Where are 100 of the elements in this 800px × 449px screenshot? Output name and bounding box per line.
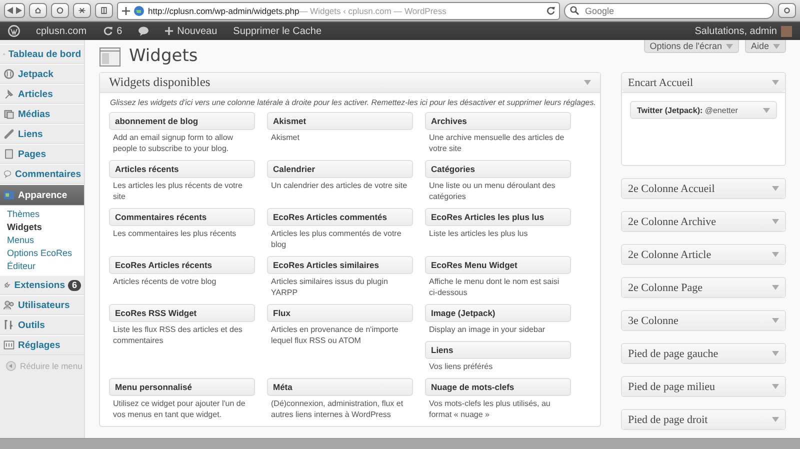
widget-header[interactable]: Calendrier bbox=[267, 160, 413, 178]
caret-icon bbox=[726, 44, 733, 48]
widget-header[interactable]: Commentaires récents bbox=[109, 208, 255, 226]
sidebar-area-title: 2e Colonne Archive bbox=[628, 216, 716, 228]
new-link[interactable]: Nouveau bbox=[157, 22, 226, 40]
widget-description: Akismet bbox=[270, 132, 300, 143]
menu-item[interactable]: Réglages bbox=[0, 335, 84, 355]
toggle-icon bbox=[772, 186, 779, 191]
tools-icon bbox=[3, 319, 15, 331]
menu-item[interactable]: Liens bbox=[0, 124, 84, 144]
count-badge: 6 bbox=[68, 280, 81, 290]
bookmark-icon[interactable] bbox=[95, 3, 113, 18]
search-field[interactable]: Google bbox=[564, 2, 774, 18]
submenu-item[interactable]: Menus bbox=[7, 234, 84, 247]
widgets-icon bbox=[99, 45, 121, 67]
account-link[interactable]: Salutations, admin bbox=[686, 22, 800, 40]
widget-description: Display an image in your sidebar bbox=[428, 324, 546, 335]
sidebar-area[interactable]: Encart Accueil Twitter (Jetpack): @enetter bbox=[621, 72, 786, 166]
widget-header[interactable]: EcoRes Articles similaires bbox=[267, 256, 413, 274]
forward-icon[interactable] bbox=[16, 7, 22, 14]
widget-description: Affiche le menu dont le nom est saisi ci-dessous bbox=[428, 276, 560, 298]
caret-icon bbox=[773, 44, 780, 48]
sidebar-area[interactable]: 2e Colonne Page bbox=[621, 277, 786, 298]
submenu-item[interactable]: Thèmes bbox=[7, 208, 84, 221]
sidebar-area[interactable]: 2e Colonne Accueil bbox=[621, 178, 786, 199]
media-icon bbox=[3, 108, 15, 120]
widget-header[interactable]: Articles récents bbox=[109, 160, 255, 178]
sidebar-area-title: 2e Colonne Article bbox=[628, 248, 712, 260]
widget-description: Les commentaires les plus récents bbox=[112, 228, 238, 239]
widget-header[interactable]: EcoRes Articles les plus lus bbox=[425, 208, 571, 226]
submenu-item[interactable]: Options EcoRes bbox=[7, 247, 84, 260]
toggle-icon bbox=[772, 80, 779, 85]
toggle-icon bbox=[772, 318, 779, 323]
jetpack-icon bbox=[3, 68, 15, 80]
toggle-icon bbox=[772, 252, 779, 257]
widget-description: Vos mots-clefs les plus utilisés, au format « nuage » bbox=[428, 398, 552, 420]
sidebar-area-title: Pied de page gauche bbox=[628, 348, 718, 360]
widget-description: Articles les plus commentés de votre blog bbox=[270, 228, 402, 250]
menu-item[interactable]: Extensions 6 bbox=[0, 275, 84, 295]
wordpress-logo-icon[interactable] bbox=[8, 25, 20, 37]
widget-header[interactable]: Nuage de mots-clefs bbox=[425, 378, 571, 396]
help-button[interactable]: Aide bbox=[744, 40, 786, 53]
sidebar-area[interactable]: 2e Colonne Archive bbox=[621, 211, 786, 232]
sidebar-area-title: Pied de page droit bbox=[628, 414, 708, 426]
widget-header[interactable]: EcoRes Articles commentés bbox=[267, 208, 413, 226]
widget-header[interactable]: Menu personnalisé bbox=[109, 378, 255, 396]
menu-item[interactable]: Utilisateurs bbox=[0, 295, 84, 315]
widget-header[interactable]: Flux bbox=[267, 304, 413, 322]
toggle-icon bbox=[772, 417, 779, 422]
menu-item[interactable]: Outils bbox=[0, 315, 84, 335]
placed-widget[interactable]: Twitter (Jetpack): @enetter bbox=[630, 101, 777, 119]
address-field[interactable]: http://cplusn.com/wp-admin/widgets.php— Widgets ‹ cplusn.com — WordPress bbox=[117, 2, 560, 20]
widget-description: Une archive mensuelle des articles de votre site bbox=[428, 132, 566, 154]
site-link[interactable]: cplusn.com bbox=[28, 22, 95, 40]
widget-header[interactable]: EcoRes Articles récents bbox=[109, 256, 255, 274]
toggle-icon bbox=[584, 80, 591, 85]
clear-cache-link[interactable]: Supprimer le Cache bbox=[225, 22, 330, 40]
widget-header[interactable]: Liens bbox=[425, 341, 571, 359]
menu-item[interactable]: Médias bbox=[0, 104, 84, 124]
widget-header[interactable]: EcoRes RSS Widget bbox=[109, 304, 255, 322]
sidebar-area-title: Pied de page milieu bbox=[628, 380, 716, 392]
widget-header[interactable]: Méta bbox=[267, 378, 413, 396]
caret-icon bbox=[763, 108, 770, 112]
link-icon bbox=[3, 128, 15, 140]
home-icon[interactable] bbox=[29, 3, 47, 18]
comment-icon bbox=[3, 168, 12, 180]
widget-description: Les articles les plus récents de votre site bbox=[112, 180, 244, 202]
updates-link[interactable]: 6 bbox=[94, 22, 130, 40]
search-icon bbox=[570, 6, 579, 15]
widget-description: Articles similaires issus du plugin YARPP bbox=[270, 276, 389, 298]
widget-description: (Dé)connexion, administration, flux et autres liens internes à WordPress bbox=[270, 398, 404, 420]
panel-title: Widgets disponibles bbox=[109, 75, 210, 90]
menu-item[interactable]: Tableau de bord bbox=[0, 44, 84, 64]
submenu-item[interactable]: Éditeur bbox=[7, 260, 84, 273]
back-icon[interactable] bbox=[7, 7, 13, 14]
widget-header[interactable]: Image (Jetpack) bbox=[425, 304, 571, 322]
widget-description: Un calendrier des articles de votre site bbox=[270, 180, 408, 191]
menu-item[interactable]: Pages bbox=[0, 144, 84, 164]
submenu-item[interactable]: Widgets bbox=[7, 221, 84, 234]
sidebar-area[interactable]: 2e Colonne Article bbox=[621, 244, 786, 265]
menu-item[interactable]: Jetpack bbox=[0, 64, 84, 84]
menu-item[interactable]: Apparence bbox=[0, 184, 84, 206]
reload-icon[interactable] bbox=[546, 6, 555, 15]
sidebar-area[interactable]: Pied de page gauche bbox=[621, 343, 786, 364]
menu-item[interactable]: Articles bbox=[0, 84, 84, 104]
plus-icon[interactable] bbox=[122, 6, 130, 14]
collapse-icon bbox=[6, 361, 16, 371]
widget-header[interactable]: Akismet bbox=[267, 112, 413, 130]
sidebar-area[interactable]: 3e Colonne bbox=[621, 310, 786, 331]
comment-icon[interactable] bbox=[138, 26, 150, 36]
sidebar-area[interactable]: Pied de page milieu bbox=[621, 376, 786, 397]
widget-header[interactable]: Archives bbox=[425, 112, 571, 130]
widget-header[interactable]: EcoRes Menu Widget bbox=[425, 256, 571, 274]
widget-description: Articles en provenance de n'importe lequel flux RSS ou ATOM bbox=[270, 324, 400, 346]
screen-options-button[interactable]: Options de l'écran bbox=[644, 40, 739, 53]
widget-description: Articles récents de votre blog bbox=[112, 276, 218, 287]
widget-header[interactable]: Catégories bbox=[425, 160, 571, 178]
sidebar-area[interactable]: Pied de page droit bbox=[621, 409, 786, 430]
users-icon bbox=[3, 299, 15, 311]
widget-header[interactable]: abonnement de blog bbox=[109, 112, 255, 130]
